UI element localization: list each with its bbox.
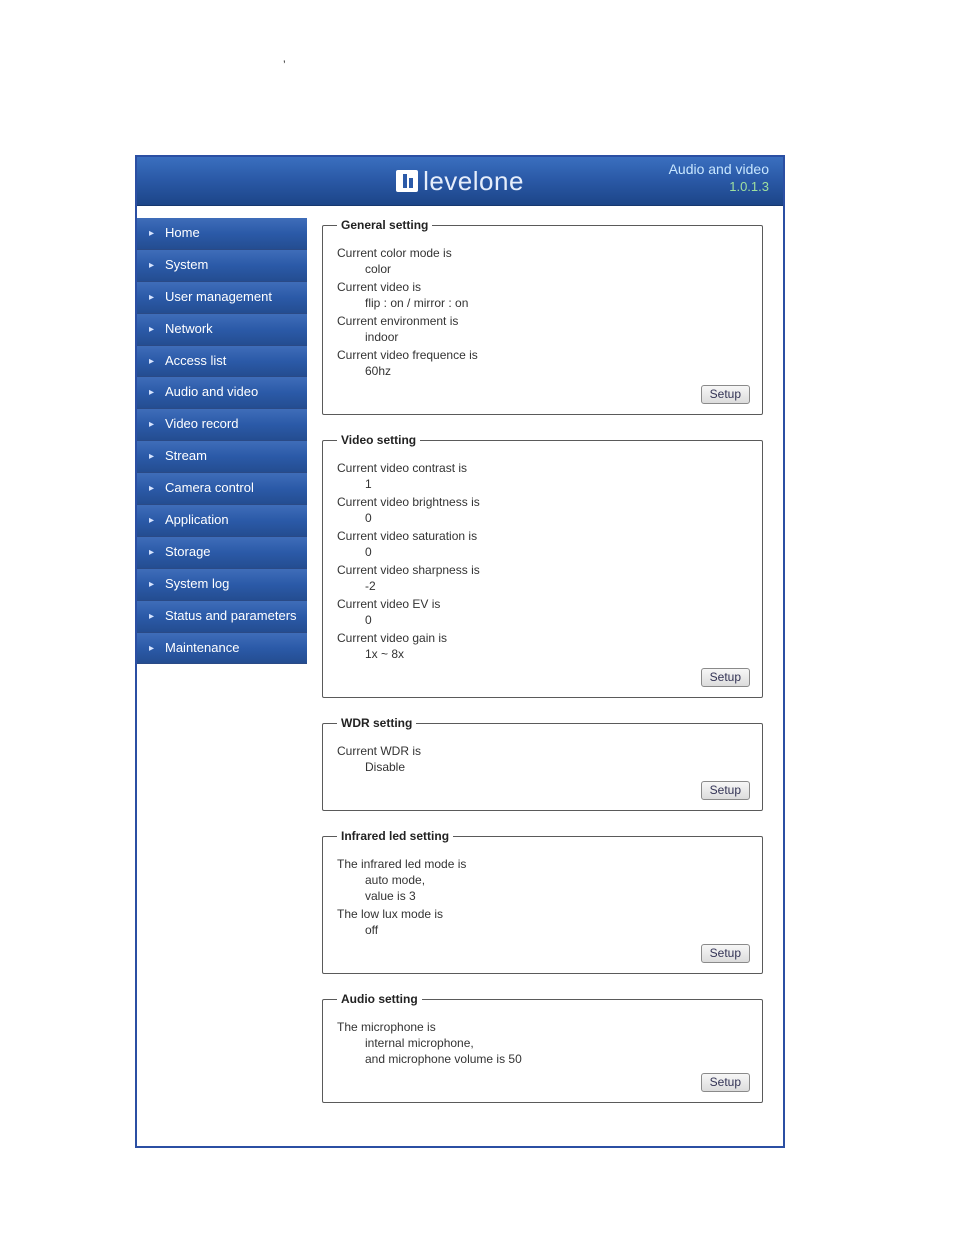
sidebar-item-network[interactable]: ▸ Network bbox=[137, 314, 307, 346]
sharpness-label: Current video sharpness is bbox=[337, 563, 750, 577]
infrared-mode-value-2: value is 3 bbox=[365, 889, 750, 903]
saturation-value: 0 bbox=[365, 545, 750, 559]
sidebar-item-label: Home bbox=[165, 225, 200, 240]
current-video-label: Current video is bbox=[337, 280, 750, 294]
chevron-right-icon: ▸ bbox=[149, 450, 154, 463]
chevron-right-icon: ▸ bbox=[149, 482, 154, 495]
general-setup-button[interactable]: Setup bbox=[701, 385, 750, 404]
sidebar: ▸Home ▸System ▸User management ▸Network … bbox=[137, 206, 307, 664]
sidebar-item-access-list[interactable]: ▸ Access list bbox=[137, 346, 307, 378]
sharpness-value: -2 bbox=[365, 579, 750, 593]
sidebar-item-label: Access list bbox=[165, 353, 226, 368]
infrared-setting-legend: Infrared led setting bbox=[337, 829, 453, 843]
wdr-setting-legend: WDR setting bbox=[337, 716, 416, 730]
wdr-setting-panel: WDR setting Current WDR is Disable Setup bbox=[322, 716, 763, 811]
audio-setup-button[interactable]: Setup bbox=[701, 1073, 750, 1092]
infrared-setting-panel: Infrared led setting The infrared led mo… bbox=[322, 829, 763, 974]
audio-setting-legend: Audio setting bbox=[337, 992, 422, 1006]
sidebar-item-audio-and-video[interactable]: ▸ Audio and video bbox=[137, 377, 307, 409]
brand: levelone bbox=[396, 166, 524, 197]
saturation-label: Current video saturation is bbox=[337, 529, 750, 543]
sidebar-item-label: User management bbox=[165, 289, 272, 304]
contrast-label: Current video contrast is bbox=[337, 461, 750, 475]
microphone-value-2: and microphone volume is 50 bbox=[365, 1052, 750, 1066]
sidebar-item-label: Camera control bbox=[165, 480, 254, 495]
sidebar-item-label: Status and parameters bbox=[165, 608, 297, 623]
audio-setting-panel: Audio setting The microphone is internal… bbox=[322, 992, 763, 1103]
sidebar-item-label: Application bbox=[165, 512, 229, 527]
sidebar-item-label: Audio and video bbox=[165, 384, 258, 399]
frequence-value: 60hz bbox=[365, 364, 750, 378]
chevron-right-icon: ▸ bbox=[149, 291, 154, 304]
header-title-block: Audio and video 1.0.1.3 bbox=[669, 161, 769, 195]
wdr-label: Current WDR is bbox=[337, 744, 750, 758]
frequence-label: Current video frequence is bbox=[337, 348, 750, 362]
low-lux-label: The low lux mode is bbox=[337, 907, 750, 921]
sidebar-item-system-log[interactable]: ▸ System log bbox=[137, 569, 307, 601]
app-frame: levelone Audio and video 1.0.1.3 ▸ Home ▸… bbox=[135, 155, 785, 1148]
current-video-value: flip : on / mirror : on bbox=[365, 296, 750, 310]
sidebar-item-system[interactable]: ▸ System bbox=[137, 250, 307, 282]
chevron-right-icon: ▸ bbox=[149, 610, 154, 623]
sidebar-item-status-and-parameters[interactable]: ▸ Status and parameters bbox=[137, 601, 307, 633]
sidebar-item-label: Stream bbox=[165, 448, 207, 463]
wdr-value: Disable bbox=[365, 760, 750, 774]
brightness-label: Current video brightness is bbox=[337, 495, 750, 509]
chevron-right-icon: ▸ bbox=[149, 323, 154, 336]
ev-value: 0 bbox=[365, 613, 750, 627]
sidebar-item-label: Network bbox=[165, 321, 213, 336]
infrared-mode-label: The infrared led mode is bbox=[337, 857, 750, 871]
infrared-setup-button[interactable]: Setup bbox=[701, 944, 750, 963]
sidebar-item-video-record[interactable]: ▸ Video record bbox=[137, 409, 307, 441]
sidebar-item-user-management[interactable]: ▸ User management bbox=[137, 282, 307, 314]
contrast-value: 1 bbox=[365, 477, 750, 491]
version-label: 1.0.1.3 bbox=[669, 179, 769, 195]
chevron-right-icon: ▸ bbox=[149, 578, 154, 591]
sidebar-item-home[interactable]: ▸ Home bbox=[137, 218, 307, 250]
sidebar-item-application[interactable]: ▸ Application bbox=[137, 505, 307, 537]
video-setting-legend: Video setting bbox=[337, 433, 420, 447]
chevron-right-icon: ▸ bbox=[149, 546, 154, 559]
microphone-value-1: internal microphone, bbox=[365, 1036, 750, 1050]
sidebar-item-label: Storage bbox=[165, 544, 211, 559]
video-setup-button[interactable]: Setup bbox=[701, 668, 750, 687]
chevron-right-icon: ▸ bbox=[149, 386, 154, 399]
chevron-right-icon: ▸ bbox=[149, 514, 154, 527]
main-content: General setting Current color mode is co… bbox=[307, 206, 783, 1121]
chevron-right-icon: ▸ bbox=[149, 418, 154, 431]
sidebar-item-stream[interactable]: ▸ Stream bbox=[137, 441, 307, 473]
brightness-value: 0 bbox=[365, 511, 750, 525]
chevron-right-icon: ▸ bbox=[149, 227, 154, 240]
low-lux-value: off bbox=[365, 923, 750, 937]
video-setting-panel: Video setting Current video contrast is … bbox=[322, 433, 763, 698]
sidebar-item-maintenance[interactable]: ▸ Maintenance bbox=[137, 633, 307, 665]
gain-label: Current video gain is bbox=[337, 631, 750, 645]
sidebar-item-camera-control[interactable]: ▸ Camera control bbox=[137, 473, 307, 505]
brand-logo-icon bbox=[396, 170, 418, 192]
gain-value: 1x ~ 8x bbox=[365, 647, 750, 661]
environment-value: indoor bbox=[365, 330, 750, 344]
general-setting-panel: General setting Current color mode is co… bbox=[322, 218, 763, 415]
sidebar-item-storage[interactable]: ▸ Storage bbox=[137, 537, 307, 569]
ev-label: Current video EV is bbox=[337, 597, 750, 611]
header-bar: levelone Audio and video 1.0.1.3 bbox=[137, 157, 783, 206]
chevron-right-icon: ▸ bbox=[149, 642, 154, 655]
sidebar-item-label: System bbox=[165, 257, 208, 272]
sidebar-item-label: Video record bbox=[165, 416, 238, 431]
brand-text: levelone bbox=[423, 166, 524, 197]
infrared-mode-value-1: auto mode, bbox=[365, 873, 750, 887]
chevron-right-icon: ▸ bbox=[149, 355, 154, 368]
sidebar-item-label: System log bbox=[165, 576, 229, 591]
wdr-setup-button[interactable]: Setup bbox=[701, 781, 750, 800]
general-setting-legend: General setting bbox=[337, 218, 432, 232]
color-mode-value: color bbox=[365, 262, 750, 276]
page-title: Audio and video bbox=[669, 161, 769, 179]
microphone-label: The microphone is bbox=[337, 1020, 750, 1034]
stray-mark: ’ bbox=[283, 58, 286, 72]
sidebar-item-label: Maintenance bbox=[165, 640, 239, 655]
environment-label: Current environment is bbox=[337, 314, 750, 328]
chevron-right-icon: ▸ bbox=[149, 259, 154, 272]
color-mode-label: Current color mode is bbox=[337, 246, 750, 260]
